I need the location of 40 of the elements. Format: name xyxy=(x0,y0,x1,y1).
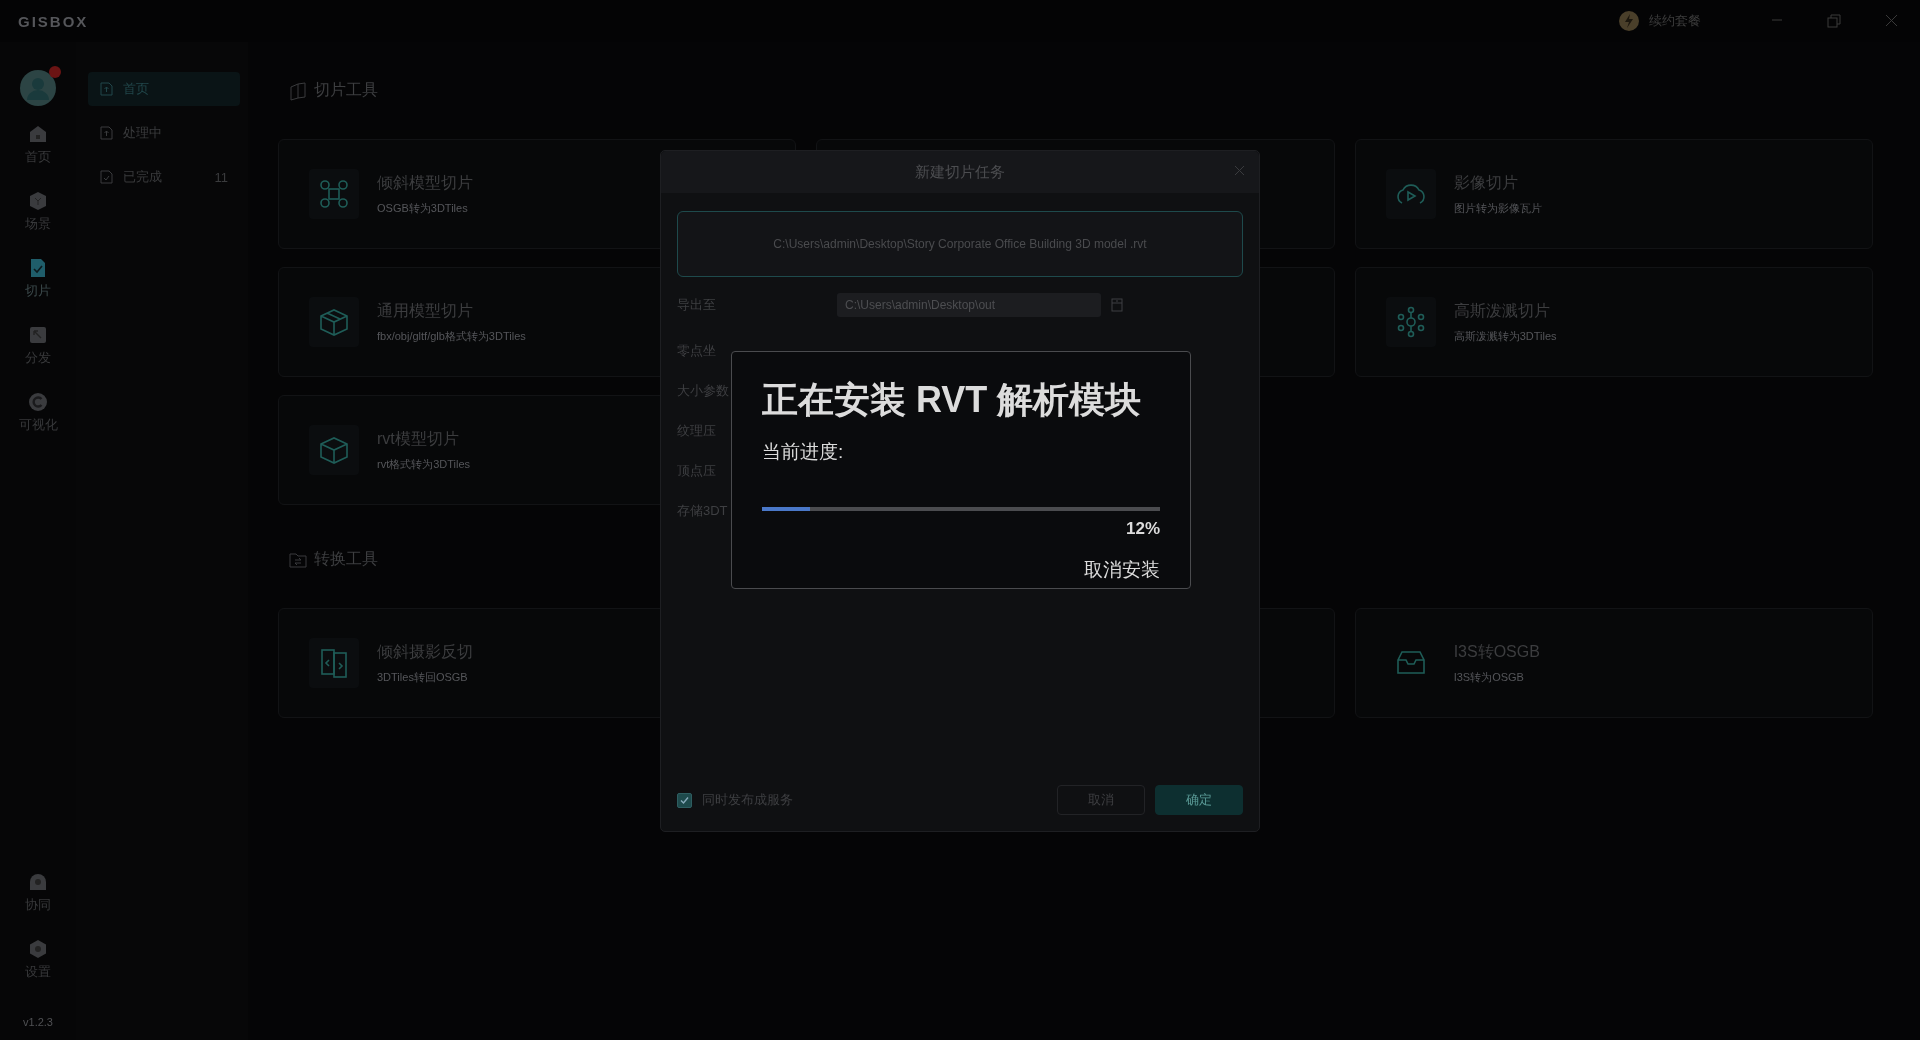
card-subtitle: OSGB转为3DTiles xyxy=(377,200,469,216)
rail-item[interactable]: 切片 xyxy=(25,258,51,300)
card-subtitle: 图片转为影像瓦片 xyxy=(1453,200,1542,216)
document-check-icon xyxy=(28,258,48,278)
swap-panels-icon xyxy=(309,638,359,688)
restore-icon[interactable] xyxy=(1827,14,1841,28)
section-title: 切片工具 xyxy=(314,80,378,100)
checked-document-icon xyxy=(100,170,113,184)
settings-icon xyxy=(28,939,48,959)
version-label: v1.2.3 xyxy=(23,1016,53,1028)
progress-reading: 12% xyxy=(1125,519,1160,539)
cancel-install-button[interactable]: 取消安装 xyxy=(1084,557,1160,583)
close-icon[interactable] xyxy=(1234,165,1245,176)
card-subtitle: I3S转为OSGB xyxy=(1453,669,1525,685)
avatar-icon[interactable] xyxy=(20,70,56,106)
folder-icon[interactable] xyxy=(1111,298,1123,312)
card-subtitle: 3DTiles转回OSGB xyxy=(377,669,469,685)
node-cluster-icon xyxy=(1385,297,1436,347)
drone-icon xyxy=(309,169,359,219)
lightning-icon xyxy=(1619,11,1639,31)
document-icon xyxy=(100,126,113,140)
check-icon xyxy=(680,795,689,805)
share-icon xyxy=(28,325,48,345)
document-icon xyxy=(100,82,113,96)
confirm-button[interactable]: 确定 xyxy=(1155,785,1243,815)
app-logo: GISBOX xyxy=(18,12,89,30)
box-icon xyxy=(309,297,359,347)
card-subtitle: fbx/obj/gltf/glb格式转为3DTiles xyxy=(377,328,526,344)
book-icon xyxy=(288,80,308,101)
house-icon xyxy=(28,124,48,144)
notification-badge xyxy=(49,66,61,78)
c-logo-icon xyxy=(28,392,48,412)
checkbox[interactable] xyxy=(677,792,692,808)
card-subtitle: 高斯泼溅转为3DTiles xyxy=(1453,328,1557,344)
cube-icon xyxy=(28,191,48,211)
cube-icon xyxy=(309,425,359,475)
card-subtitle: rvt格式转为3DTiles xyxy=(377,456,471,472)
section-title: 转换工具 xyxy=(314,549,378,569)
cloud-play-icon xyxy=(1385,169,1436,219)
close-icon[interactable] xyxy=(1885,14,1898,27)
